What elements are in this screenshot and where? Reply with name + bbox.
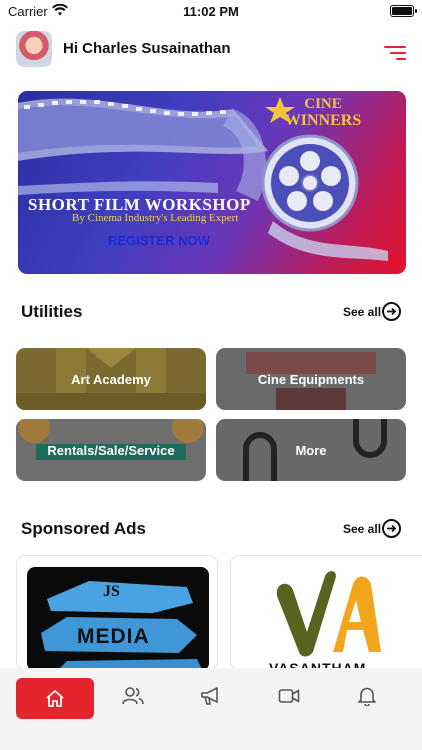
js-text: JS (103, 583, 120, 600)
home-icon (46, 690, 64, 707)
promo-banner[interactable]: CINE WINNERS (18, 91, 406, 274)
tile-label: Rentals/Sale/Service (47, 442, 175, 458)
tile-label: More (295, 442, 327, 458)
banner-subtitle: By Cinema Industry's Leading Expert (72, 212, 239, 224)
megaphone-icon[interactable] (200, 686, 222, 706)
greeting-text: Hi Charles Susainathan (63, 40, 231, 57)
ad-card-vasantham[interactable]: VASANTHAM (230, 555, 422, 670)
arrow-right-icon[interactable] (382, 302, 401, 321)
clock: 11:02 PM (183, 4, 239, 19)
avatar[interactable] (16, 31, 52, 67)
tile-label: Art Academy (71, 371, 151, 387)
tile-more[interactable]: More (216, 419, 406, 481)
js-media-logo: JS MEDIA (27, 567, 209, 669)
bottom-nav (0, 668, 422, 750)
bell-icon[interactable] (357, 686, 377, 706)
arrow-right-icon[interactable] (382, 519, 401, 538)
video-icon[interactable] (278, 686, 300, 706)
tile-art-academy[interactable]: Art Academy (16, 348, 206, 410)
battery-icon (390, 5, 417, 17)
utilities-see-all[interactable]: See all (343, 305, 381, 319)
sponsored-see-all[interactable]: See all (343, 522, 381, 536)
status-bar: Carrier 11:02 PM (0, 0, 422, 24)
sponsored-ads-title: Sponsored Ads (21, 519, 146, 538)
ad-card-js-media[interactable]: JS MEDIA (16, 555, 218, 670)
users-icon[interactable] (122, 686, 144, 706)
cine-winners-logo: CINE WINNERS (284, 96, 362, 129)
media-text: MEDIA (77, 625, 150, 648)
menu-icon[interactable] (384, 46, 406, 62)
utilities-title: Utilities (21, 302, 83, 321)
tile-label: Cine Equipments (257, 371, 365, 387)
register-now-button[interactable]: REGISTER NOW (108, 233, 210, 248)
tile-cine-equipments[interactable]: Cine Equipments (216, 348, 406, 410)
tile-rentals-sale-service[interactable]: Rentals/Sale/Service (16, 419, 206, 481)
va-logo (276, 571, 381, 657)
nav-home-button[interactable] (16, 678, 94, 719)
